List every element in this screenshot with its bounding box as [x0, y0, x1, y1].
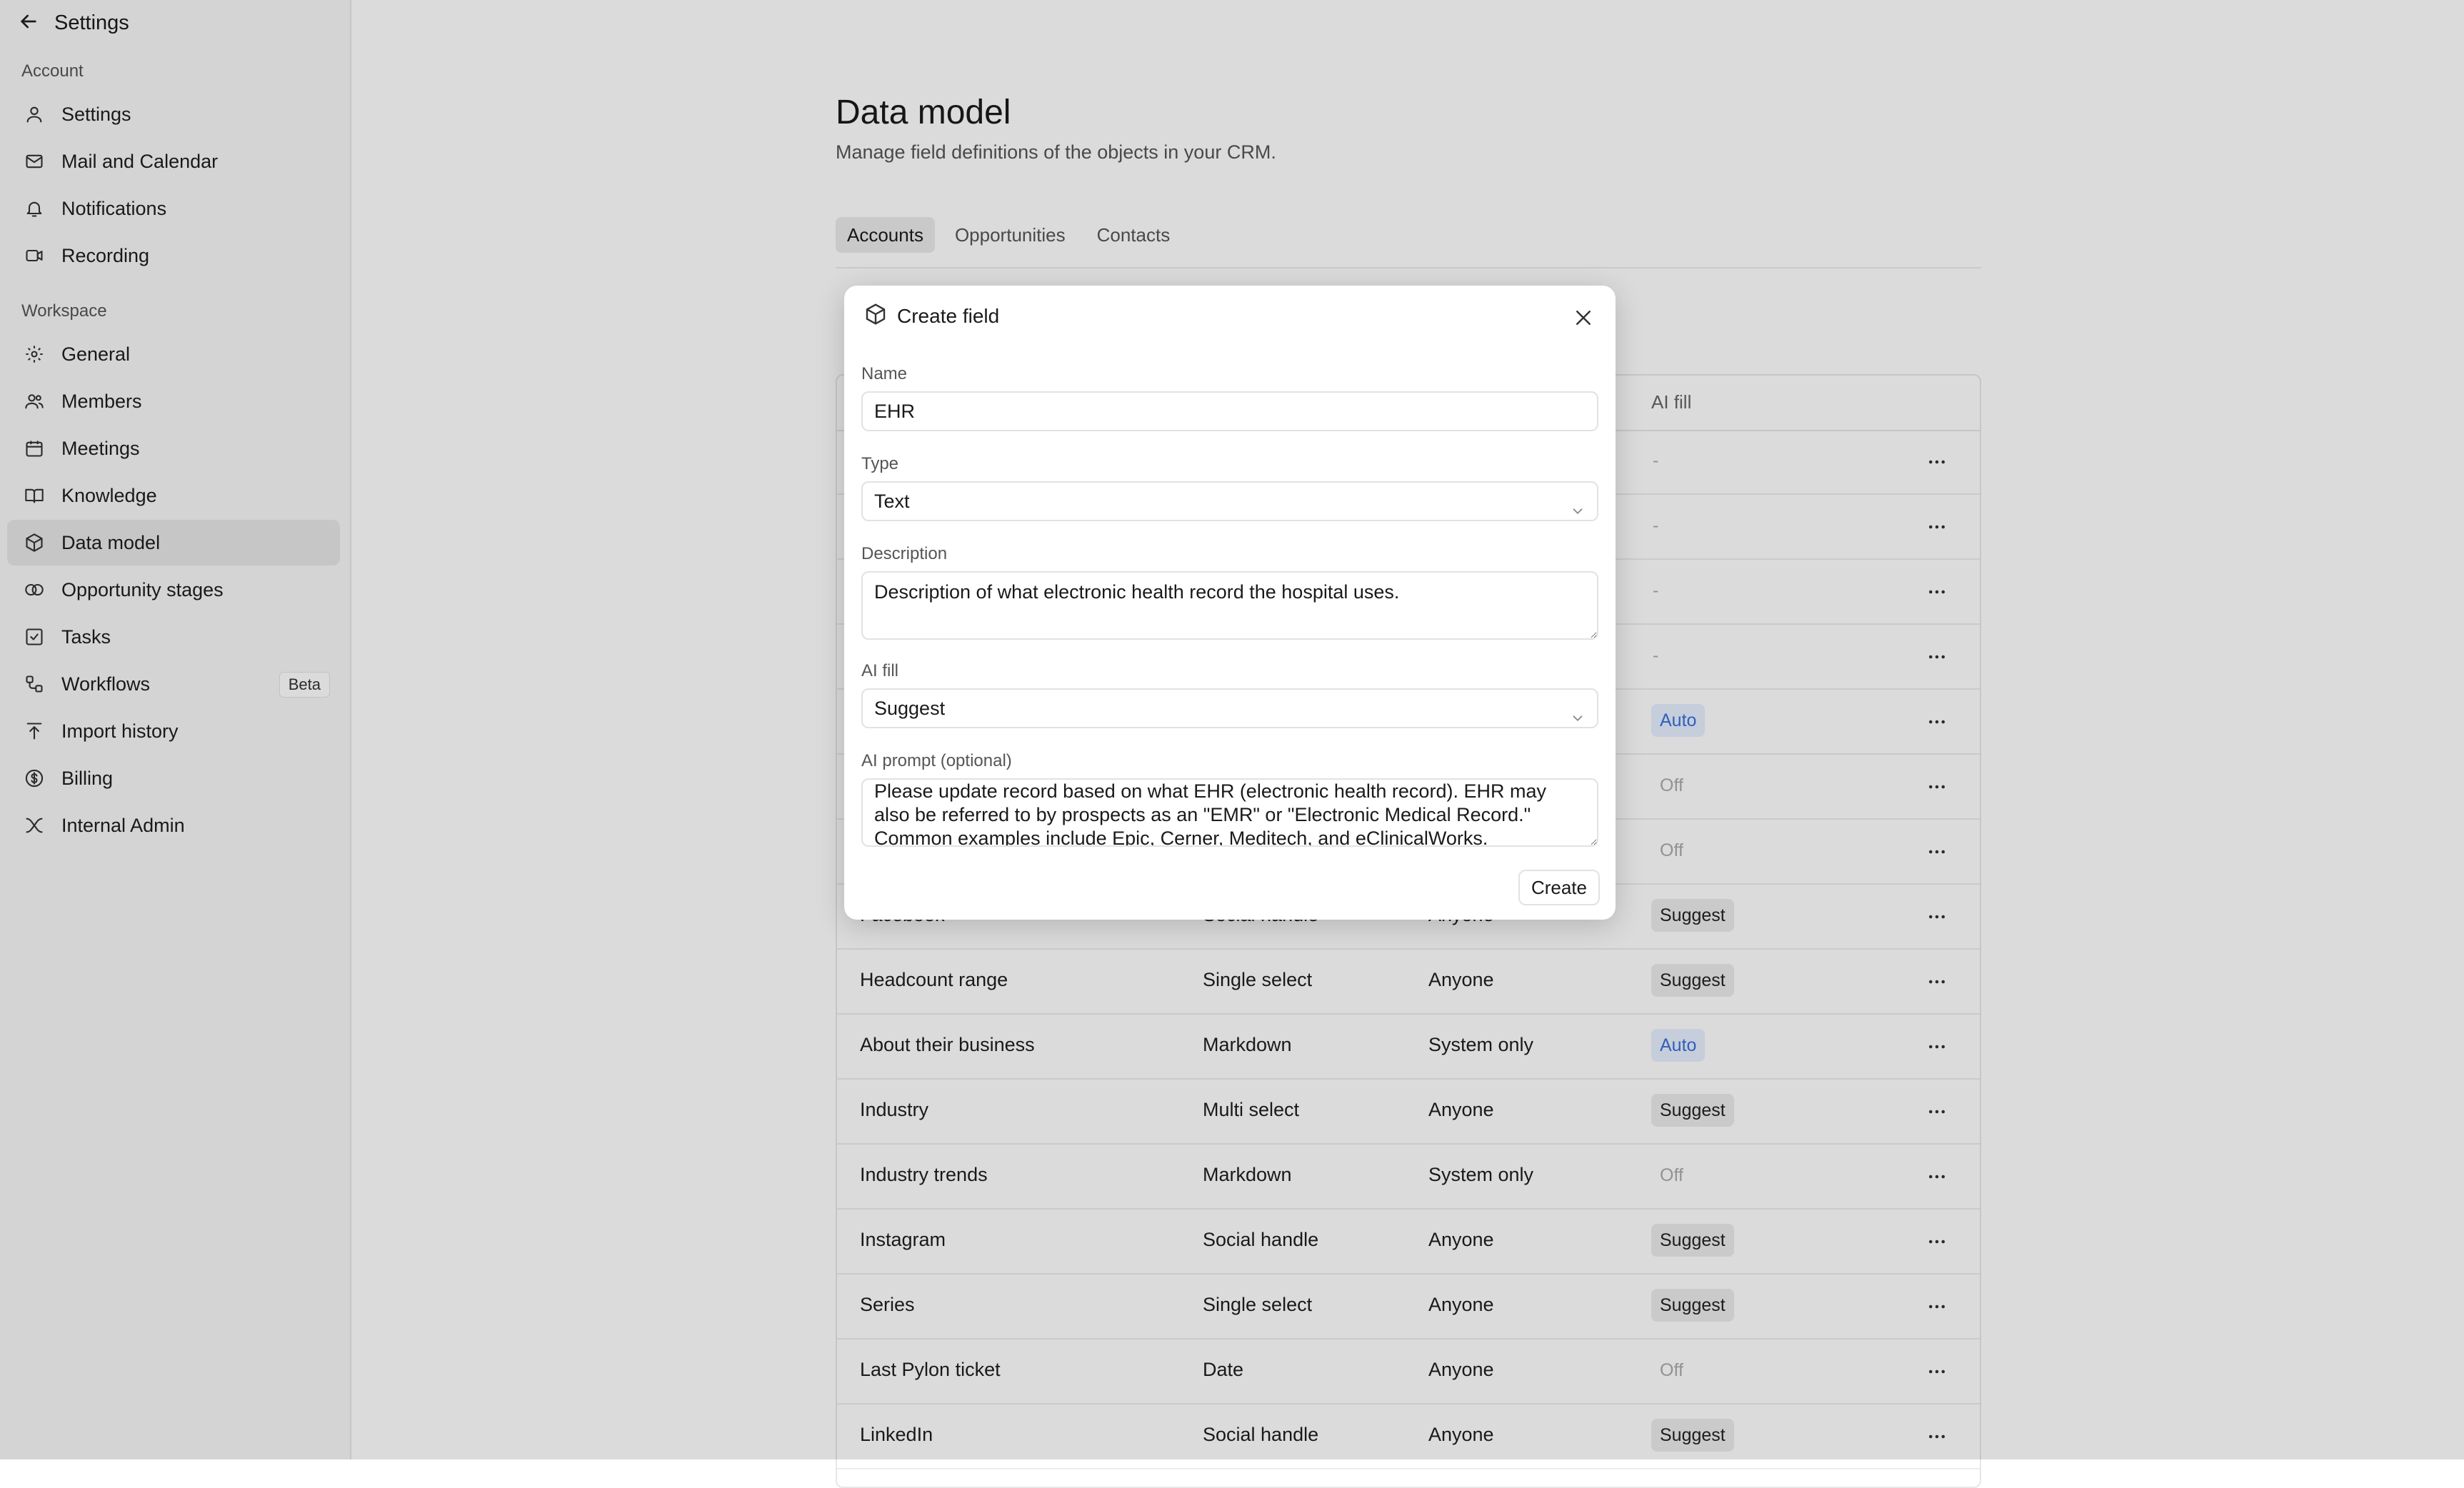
- dialog-header: Create field: [864, 303, 999, 329]
- close-button[interactable]: [1571, 307, 1596, 331]
- ai-fill-value: Suggest: [874, 698, 946, 719]
- create-field-dialog: Create field Name EHR Type Text Descript…: [844, 286, 1616, 920]
- description-label: Description: [861, 544, 948, 563]
- type-label: Type: [861, 454, 899, 473]
- ai-prompt-textarea[interactable]: Please update record based on what EHR (…: [861, 778, 1598, 847]
- type-select[interactable]: Text: [861, 481, 1598, 521]
- close-icon: [1573, 307, 1594, 332]
- app: Settings Account Settings Mail and Calen…: [0, 0, 2464, 1488]
- name-label: Name: [861, 364, 908, 383]
- ai-fill-select[interactable]: Suggest: [861, 688, 1598, 728]
- description-textarea[interactable]: Description of what electronic health re…: [861, 571, 1598, 640]
- type-value: Text: [874, 491, 910, 512]
- create-button[interactable]: Create: [1518, 870, 1600, 905]
- chevron-down-icon: [1570, 701, 1586, 722]
- name-input[interactable]: EHR: [861, 391, 1598, 431]
- cube-icon: [864, 303, 887, 329]
- dialog-title: Create field: [897, 304, 1000, 327]
- ai-prompt-label: AI prompt (optional): [861, 751, 1012, 770]
- ai-fill-label: AI fill: [861, 661, 899, 680]
- chevron-down-icon: [1570, 494, 1586, 515]
